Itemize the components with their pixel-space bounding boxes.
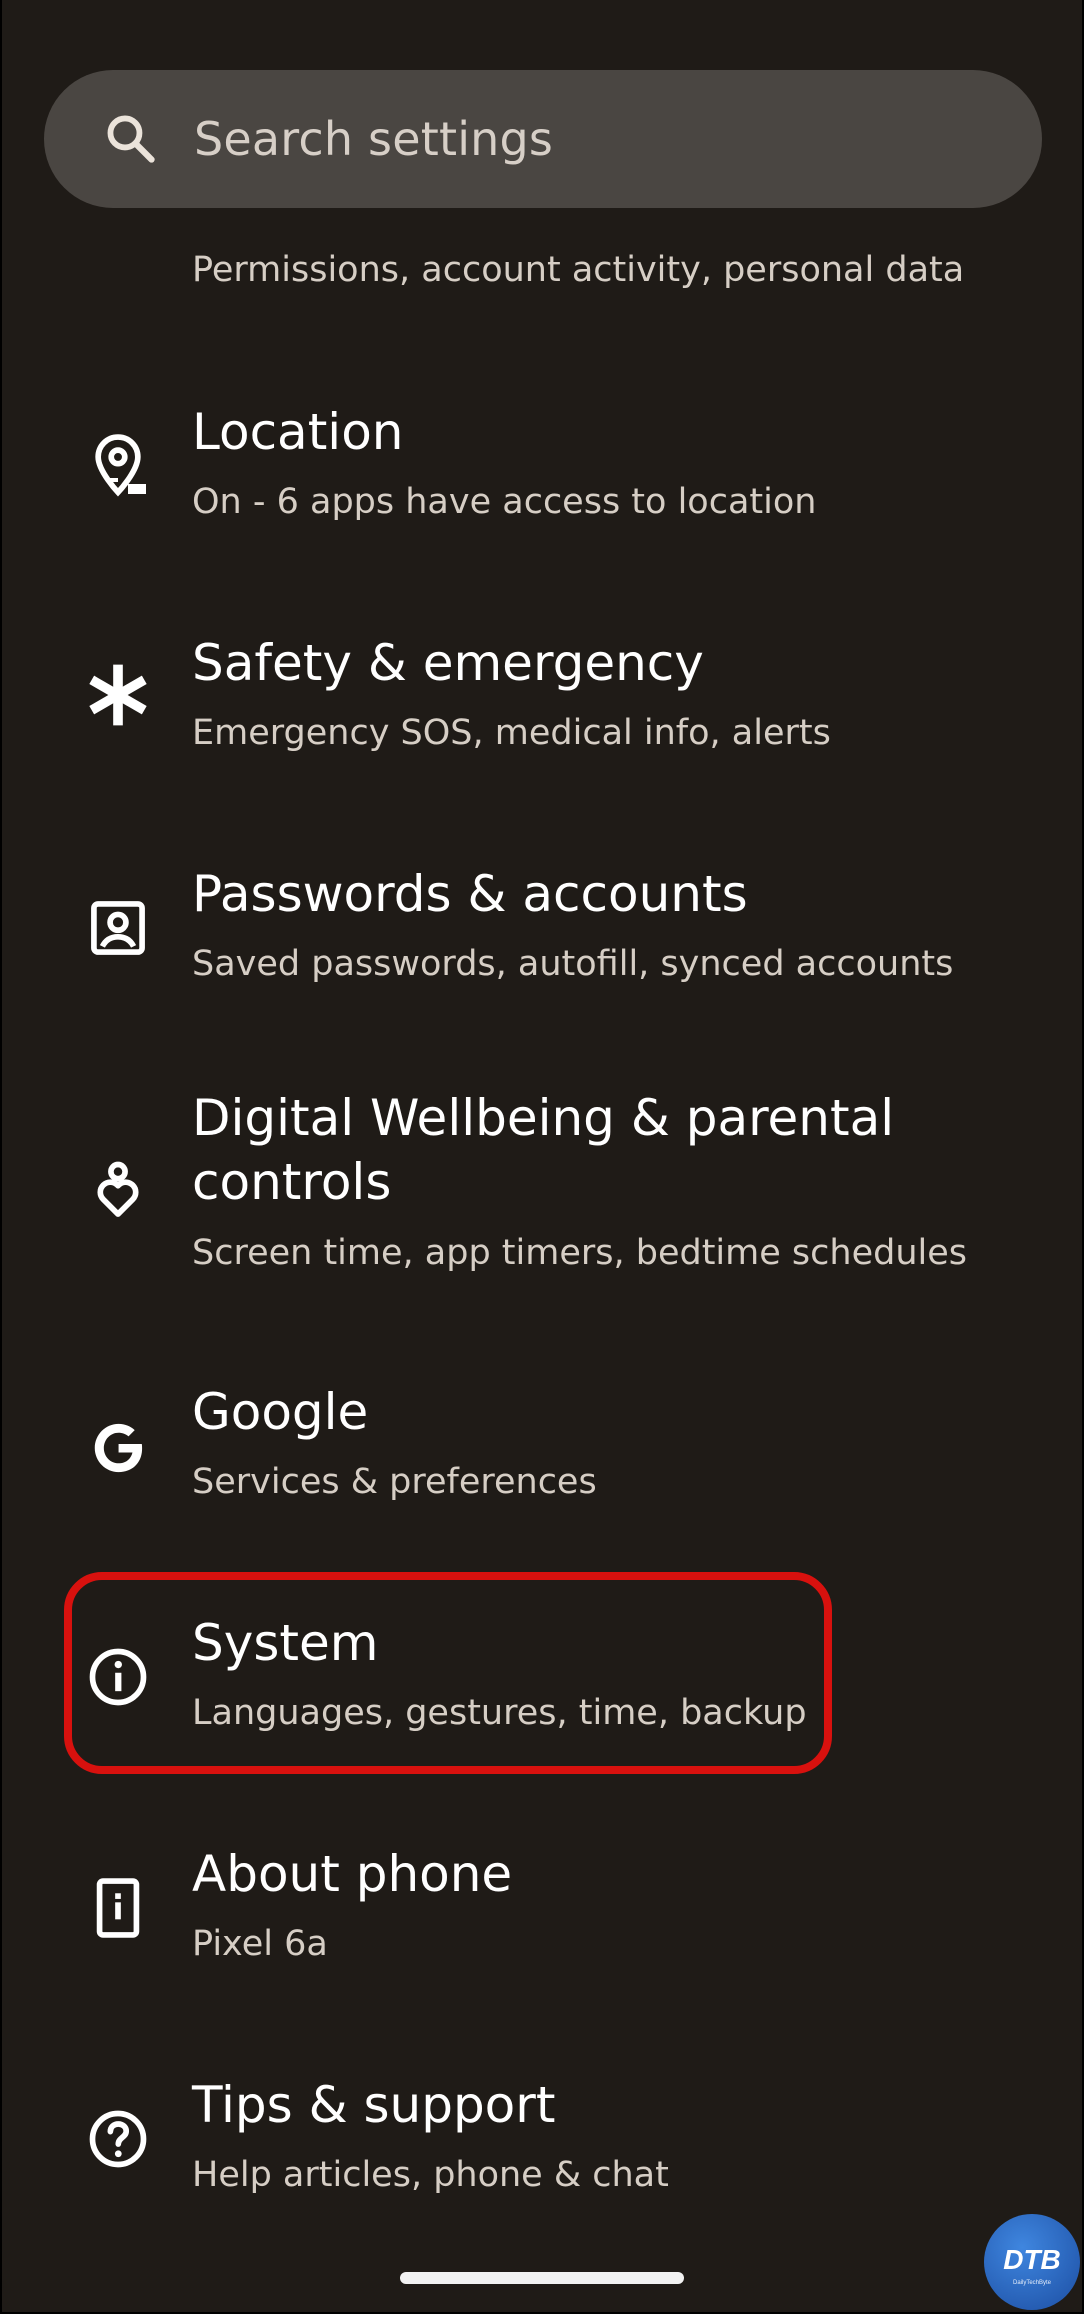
highlight-box [64, 1572, 832, 1774]
settings-item-passwords[interactable]: Passwords & accounts Saved passwords, au… [2, 862, 1082, 1012]
item-subtitle: Emergency SOS, medical info, alerts [192, 713, 831, 753]
search-bar[interactable]: Search settings [44, 70, 1042, 208]
item-subtitle: Services & preferences [192, 1462, 597, 1502]
item-title-line2: controls [192, 1153, 392, 1211]
search-icon [102, 110, 160, 168]
settings-item-location[interactable]: Location On - 6 apps have access to loca… [2, 400, 1082, 550]
settings-item-wellbeing[interactable]: Digital Wellbeing & parental controls Sc… [2, 1086, 1082, 1286]
wellbeing-heart-icon [84, 1156, 152, 1224]
item-title-line1: Digital Wellbeing & parental [192, 1089, 895, 1147]
item-subtitle: On - 6 apps have access to location [192, 482, 817, 522]
account-box-icon [84, 894, 152, 962]
settings-screen: Search settings Permissions, account act… [2, 0, 1082, 2312]
google-g-icon [84, 1414, 152, 1482]
item-subtitle: Saved passwords, autofill, synced accoun… [192, 944, 954, 984]
settings-item-privacy[interactable]: Permissions, account activity, personal … [2, 232, 1082, 494]
watermark-subtext: DailyTechByte [1013, 2280, 1052, 2286]
item-title: Safety & emergency [192, 634, 704, 692]
item-title: Google [192, 1383, 369, 1441]
item-subtitle: Permissions, account activity, personal … [192, 250, 965, 290]
settings-item-safety[interactable]: Safety & emergency Emergency SOS, medica… [2, 631, 1082, 781]
settings-item-tips[interactable]: Tips & support Help articles, phone & ch… [2, 2073, 1082, 2223]
location-pin-icon [84, 430, 152, 498]
item-subtitle: Help articles, phone & chat [192, 2155, 669, 2195]
item-title: About phone [192, 1845, 513, 1903]
phone-info-icon [84, 1874, 152, 1942]
item-subtitle: Screen time, app timers, bedtime schedul… [192, 1233, 967, 1273]
search-placeholder: Search settings [194, 112, 554, 166]
settings-item-about-phone[interactable]: About phone Pixel 6a [2, 1842, 1082, 1992]
asterisk-icon [84, 661, 152, 729]
item-title: Location [192, 403, 404, 461]
watermark-text: DTB [1003, 2244, 1061, 2275]
watermark-logo: DTB DailyTechByte [984, 2214, 1080, 2310]
settings-item-google[interactable]: Google Services & preferences [2, 1380, 1082, 1530]
item-title: Tips & support [192, 2076, 556, 2134]
item-subtitle: Pixel 6a [192, 1924, 328, 1964]
home-indicator[interactable] [400, 2272, 684, 2284]
help-icon [84, 2105, 152, 2173]
item-title: Passwords & accounts [192, 865, 748, 923]
